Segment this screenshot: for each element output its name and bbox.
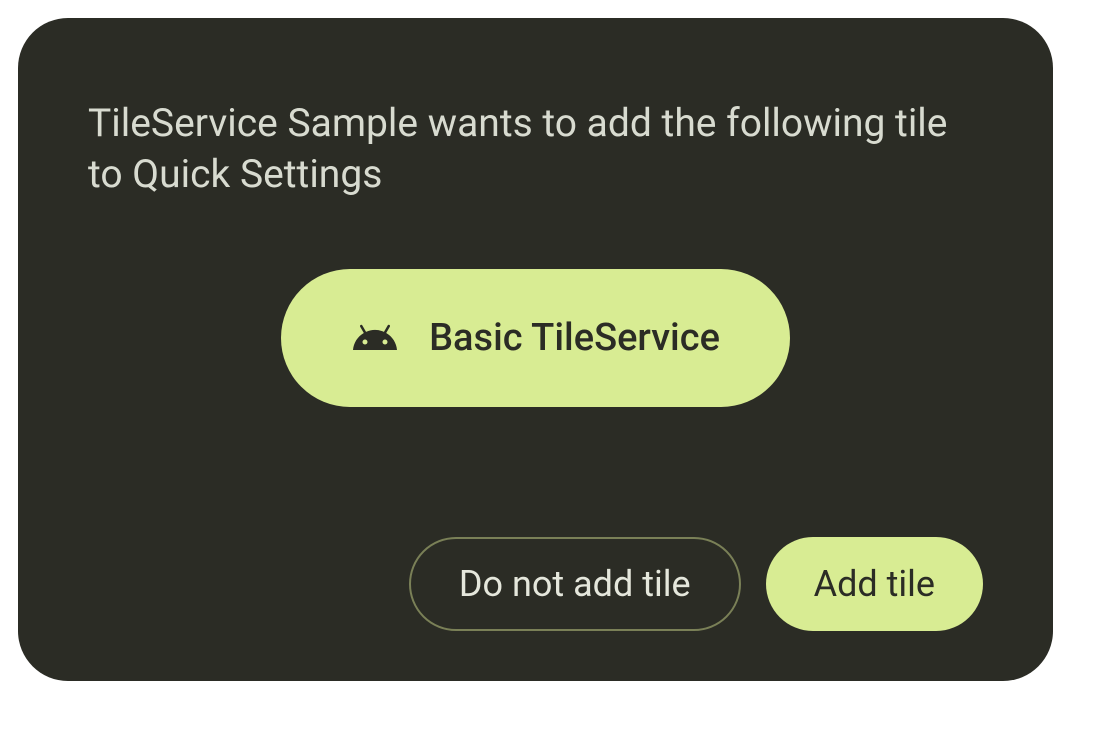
tile-preview: Basic TileService: [281, 269, 790, 407]
add-tile-button[interactable]: Add tile: [766, 537, 983, 631]
tile-label: Basic TileService: [429, 316, 720, 360]
dialog-button-row: Do not add tile Add tile: [88, 537, 983, 631]
android-icon: [351, 314, 399, 362]
add-tile-dialog: TileService Sample wants to add the foll…: [18, 18, 1053, 681]
do-not-add-tile-button[interactable]: Do not add tile: [409, 537, 741, 631]
dialog-message: TileService Sample wants to add the foll…: [88, 98, 983, 199]
